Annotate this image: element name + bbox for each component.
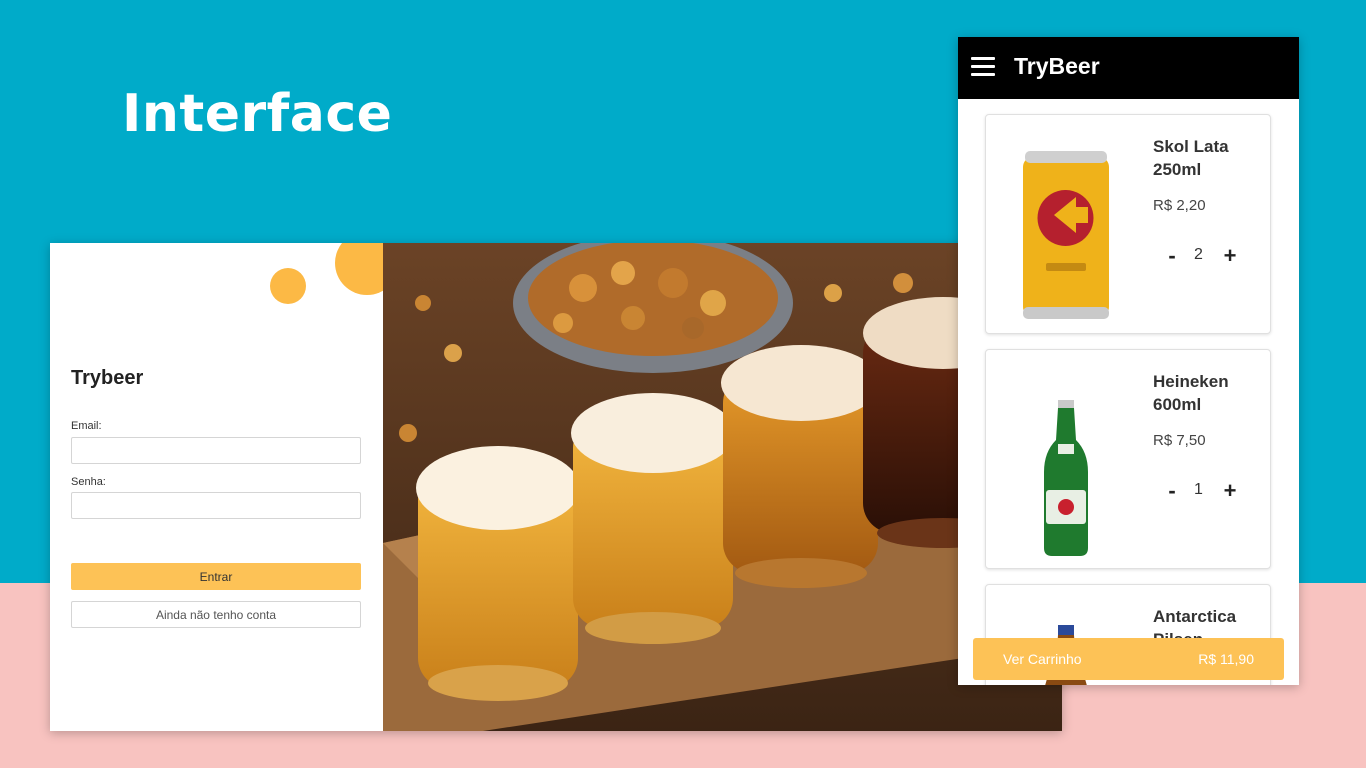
quantity-stepper: - 1 + (1158, 478, 1248, 504)
email-input[interactable] (71, 437, 361, 464)
login-title: Trybeer (71, 367, 144, 389)
beer-bottle-icon (1044, 400, 1088, 556)
view-cart-label: Ver Carrinho (1003, 651, 1082, 667)
decorative-circle-large (335, 243, 383, 295)
cart-total: R$ 11,90 (1198, 651, 1254, 667)
product-card: Heineken 600ml R$ 7,50 - 1 + (985, 349, 1271, 569)
password-input[interactable] (71, 492, 361, 519)
login-screen: Trybeer Email: Senha: Entrar Ainda não t… (50, 243, 1062, 731)
signup-button[interactable]: Ainda não tenho conta (71, 601, 361, 628)
login-submit-button[interactable]: Entrar (71, 563, 361, 590)
quantity-value: 1 (1194, 481, 1203, 498)
mobile-top-bar: TryBeer (958, 37, 1299, 99)
increase-quantity-button[interactable]: + (1220, 478, 1240, 504)
hamburger-menu-icon[interactable] (971, 57, 995, 77)
product-name: Heineken 600ml (1153, 372, 1229, 414)
view-cart-button[interactable]: Ver Carrinho R$ 11,90 (973, 638, 1284, 680)
product-price: R$ 2,20 (1153, 197, 1206, 214)
product-price: R$ 7,50 (1153, 432, 1206, 449)
product-card: Skol Lata 250ml R$ 2,20 - 2 + (985, 114, 1271, 334)
login-panel: Trybeer Email: Senha: Entrar Ainda não t… (50, 243, 383, 731)
decorative-circle-small (270, 268, 306, 304)
app-title: TryBeer (1014, 53, 1100, 79)
product-name: Skol Lata 250ml (1153, 137, 1229, 179)
decrease-quantity-button[interactable]: - (1164, 243, 1180, 269)
beer-can-icon (1023, 151, 1109, 319)
quantity-stepper: - 2 + (1158, 243, 1248, 269)
mobile-products-screen: TryBeer Skol Lata 250ml R$ 2,20 - 2 + He… (958, 37, 1299, 685)
increase-quantity-button[interactable]: + (1220, 243, 1240, 269)
password-label: Senha: (71, 476, 106, 488)
decrease-quantity-button[interactable]: - (1164, 478, 1180, 504)
quantity-value: 2 (1194, 246, 1203, 263)
email-label: Email: (71, 420, 102, 432)
slide-title: Interface (122, 84, 393, 144)
